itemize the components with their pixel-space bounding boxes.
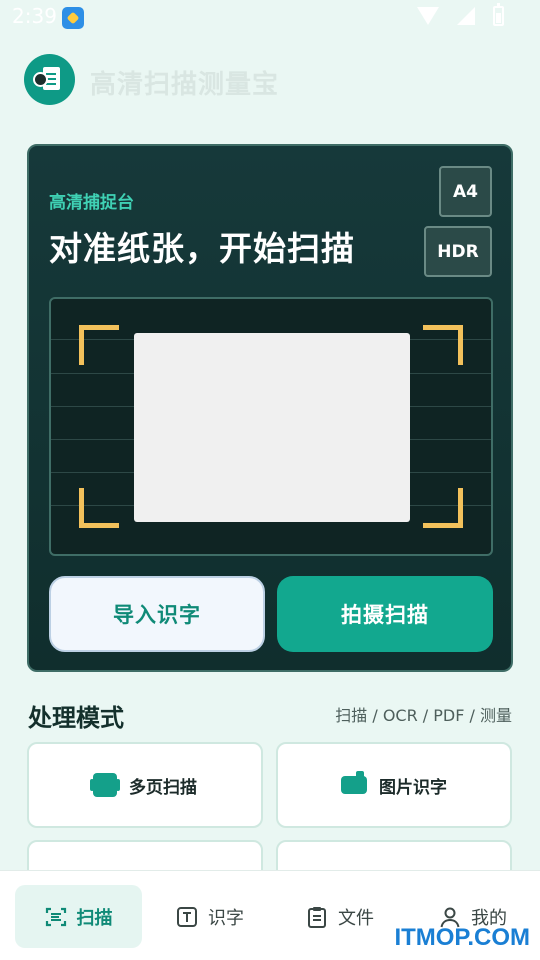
app-title: 高清扫描测量宝 <box>90 70 280 100</box>
modes-hint: 扫描 / OCR / PDF / 测量 <box>335 706 512 725</box>
nav-label: 文件 <box>338 907 374 929</box>
status-time: 2:39 <box>12 4 57 28</box>
nav-item-files[interactable]: 文件 <box>285 885 395 948</box>
nav-label: 扫描 <box>76 907 113 929</box>
app-logo <box>24 54 75 105</box>
battery-icon <box>493 3 504 26</box>
nav-item-scan[interactable]: 扫描 <box>15 885 142 948</box>
modes-title: 处理模式 <box>28 704 124 732</box>
clipboard-icon <box>308 906 326 928</box>
hdr-button[interactable]: HDR <box>424 226 492 277</box>
notification-app-icon <box>62 7 84 29</box>
camera-lens-icon <box>33 72 48 87</box>
mode-label: 图片识字 <box>379 777 447 798</box>
paper-preview <box>134 333 410 522</box>
wifi-icon <box>417 7 439 25</box>
frame-corner-top-right <box>423 325 463 365</box>
frame-corner-bottom-right <box>423 488 463 528</box>
import-ocr-button[interactable]: 导入识字 <box>49 576 265 652</box>
pages-icon <box>90 773 120 797</box>
camera-preview[interactable] <box>49 297 493 556</box>
mode-image-ocr[interactable]: 图片识字 <box>276 742 512 828</box>
image-icon <box>341 771 367 794</box>
text-icon <box>177 906 197 927</box>
nav-item-ocr[interactable]: 识字 <box>160 885 260 948</box>
capture-subtitle: 高清捕捉台 <box>49 193 134 213</box>
mode-multi-page-scan[interactable]: 多页扫描 <box>27 742 263 828</box>
scan-icon <box>45 907 66 926</box>
nav-label: 识字 <box>208 907 244 929</box>
shoot-scan-button[interactable]: 拍摄扫描 <box>277 576 493 652</box>
paper-size-button[interactable]: A4 <box>439 166 492 217</box>
signal-icon <box>457 7 475 25</box>
watermark: ITMOP.COM <box>394 924 530 951</box>
frame-corner-top-left <box>79 325 119 365</box>
mode-label: 多页扫描 <box>129 777 197 798</box>
capture-title: 对准纸张，开始扫描 <box>49 229 355 268</box>
status-indicators <box>417 3 504 26</box>
frame-corner-bottom-left <box>79 488 119 528</box>
status-bar: 2:39 <box>0 0 540 36</box>
capture-card: 高清捕捉台 对准纸张，开始扫描 A4 HDR 导入识字 拍摄扫描 <box>27 144 513 672</box>
